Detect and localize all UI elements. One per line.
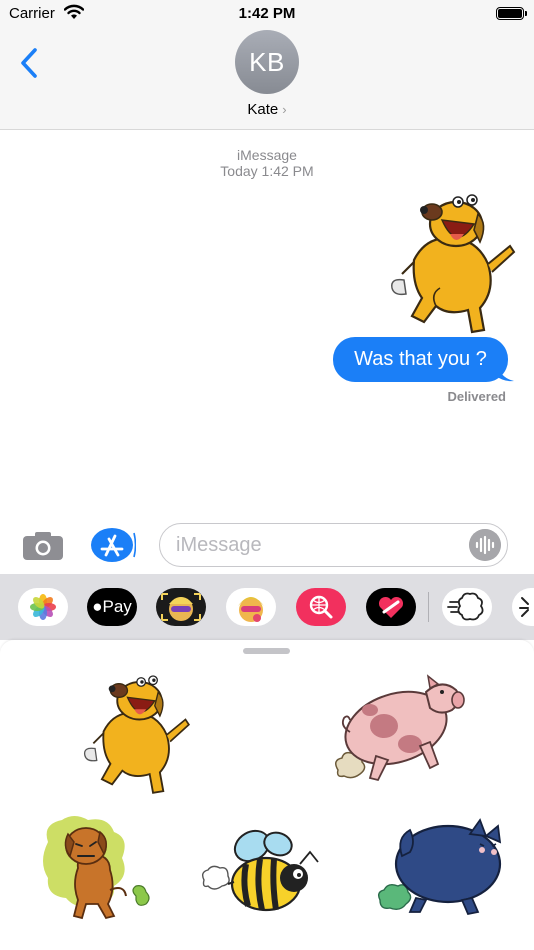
app-strip-divider	[428, 592, 429, 622]
audio-waveform-icon[interactable]	[469, 529, 501, 561]
cat-sticker[interactable]	[376, 816, 508, 920]
sent-dog-sticker[interactable]	[384, 190, 520, 336]
app-store-icon[interactable]	[90, 527, 136, 563]
apple-pay-label: Pay	[102, 597, 132, 616]
fart-sticker-app-icon[interactable]	[442, 588, 492, 626]
puppy-sticker[interactable]	[38, 812, 154, 928]
delivery-status: Delivered	[447, 389, 506, 404]
dog-sticker[interactable]	[78, 668, 194, 800]
contact-name-row[interactable]: Kate ›	[0, 101, 534, 118]
digital-touch-app-icon[interactable]	[366, 588, 416, 626]
next-app-icon[interactable]	[512, 588, 534, 626]
sent-message-bubble[interactable]: Was that you ?	[333, 337, 508, 382]
chevron-right-icon: ›	[282, 102, 287, 117]
apple-pay-app-icon[interactable]: ●Pay	[87, 588, 137, 626]
bee-sticker[interactable]	[200, 828, 324, 918]
animoji-app-icon[interactable]	[226, 588, 276, 626]
status-bar: Carrier 1:42 PM	[0, 0, 534, 28]
status-time: 1:42 PM	[238, 5, 296, 22]
apple-logo-icon: ●	[92, 597, 103, 616]
conversation-meta: iMessage Today 1:42 PM	[0, 147, 534, 179]
battery-icon	[496, 7, 527, 20]
pig-sticker[interactable]	[330, 668, 470, 794]
drawer-grabber-handle[interactable]	[243, 648, 290, 654]
message-timestamp: Today 1:42 PM	[220, 163, 314, 179]
photos-app-icon[interactable]	[18, 588, 68, 626]
contact-name: Kate	[247, 101, 279, 118]
contact-avatar[interactable]: KB	[235, 30, 299, 94]
messages-screen: KB Kate › Carrier 1:42 PM iMessage Today …	[0, 0, 534, 950]
back-chevron-icon[interactable]	[18, 46, 42, 80]
memoji-app-icon[interactable]	[156, 588, 206, 626]
camera-icon[interactable]	[22, 531, 64, 561]
web-images-search-app-icon[interactable]	[296, 588, 346, 626]
message-input-field[interactable]	[159, 523, 508, 567]
imessage-app-strip: ●Pay	[0, 574, 534, 640]
service-label: iMessage	[237, 147, 297, 163]
message-input[interactable]	[176, 524, 456, 566]
